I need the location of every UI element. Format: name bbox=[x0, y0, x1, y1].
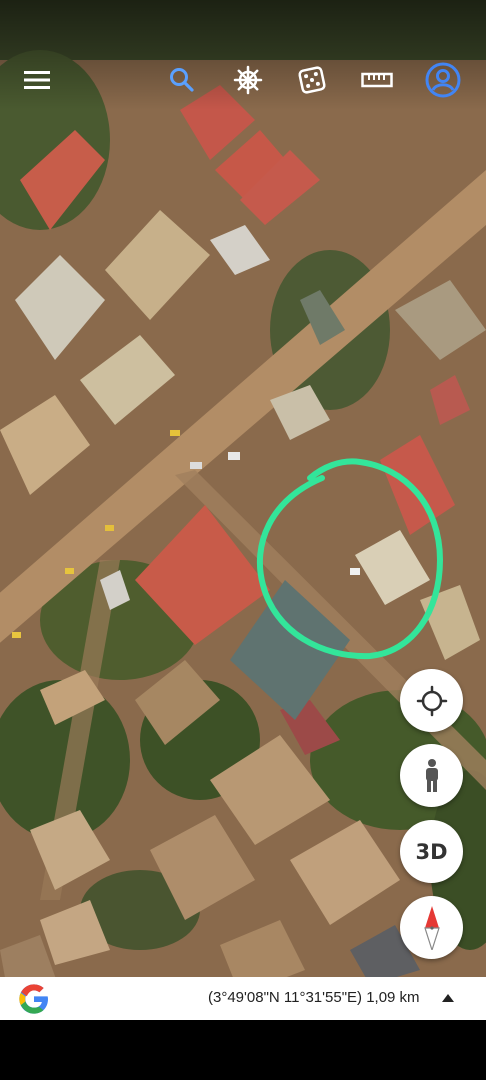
account-icon bbox=[425, 62, 461, 98]
toggle-3d-label: 3D bbox=[415, 839, 448, 864]
search-icon bbox=[170, 68, 194, 92]
voyager-button[interactable] bbox=[228, 60, 268, 100]
google-earth-app: 3D (3°49'08"N 11°31'55"E) 1,09 km bbox=[0, 0, 486, 1080]
feeling-lucky-dice-icon bbox=[298, 66, 326, 94]
menu-icon bbox=[24, 71, 50, 89]
coordinates-readout: (3°49'08"N 11°31'55"E) 1,09 km bbox=[208, 989, 420, 1006]
search-button[interactable] bbox=[162, 60, 202, 100]
feeling-lucky-button[interactable] bbox=[292, 60, 332, 100]
pegman-icon bbox=[425, 758, 438, 792]
compass-button[interactable] bbox=[400, 896, 463, 959]
status-bar: (3°49'08"N 11°31'55"E) 1,09 km bbox=[0, 977, 486, 1020]
top-toolbar bbox=[0, 0, 486, 110]
menu-button[interactable] bbox=[17, 60, 57, 100]
voyager-helm-icon bbox=[233, 65, 263, 95]
my-location-button[interactable] bbox=[400, 669, 463, 732]
toggle-3d-button[interactable]: 3D bbox=[400, 820, 463, 883]
google-logo-icon[interactable] bbox=[18, 983, 50, 1015]
expand-caret-icon[interactable] bbox=[442, 994, 454, 1002]
crosshair-icon bbox=[416, 685, 447, 716]
measure-ruler-icon bbox=[361, 72, 393, 88]
street-view-button[interactable] bbox=[400, 744, 463, 807]
measure-button[interactable] bbox=[357, 60, 397, 100]
account-button[interactable] bbox=[423, 60, 463, 100]
compass-icon bbox=[423, 905, 440, 950]
